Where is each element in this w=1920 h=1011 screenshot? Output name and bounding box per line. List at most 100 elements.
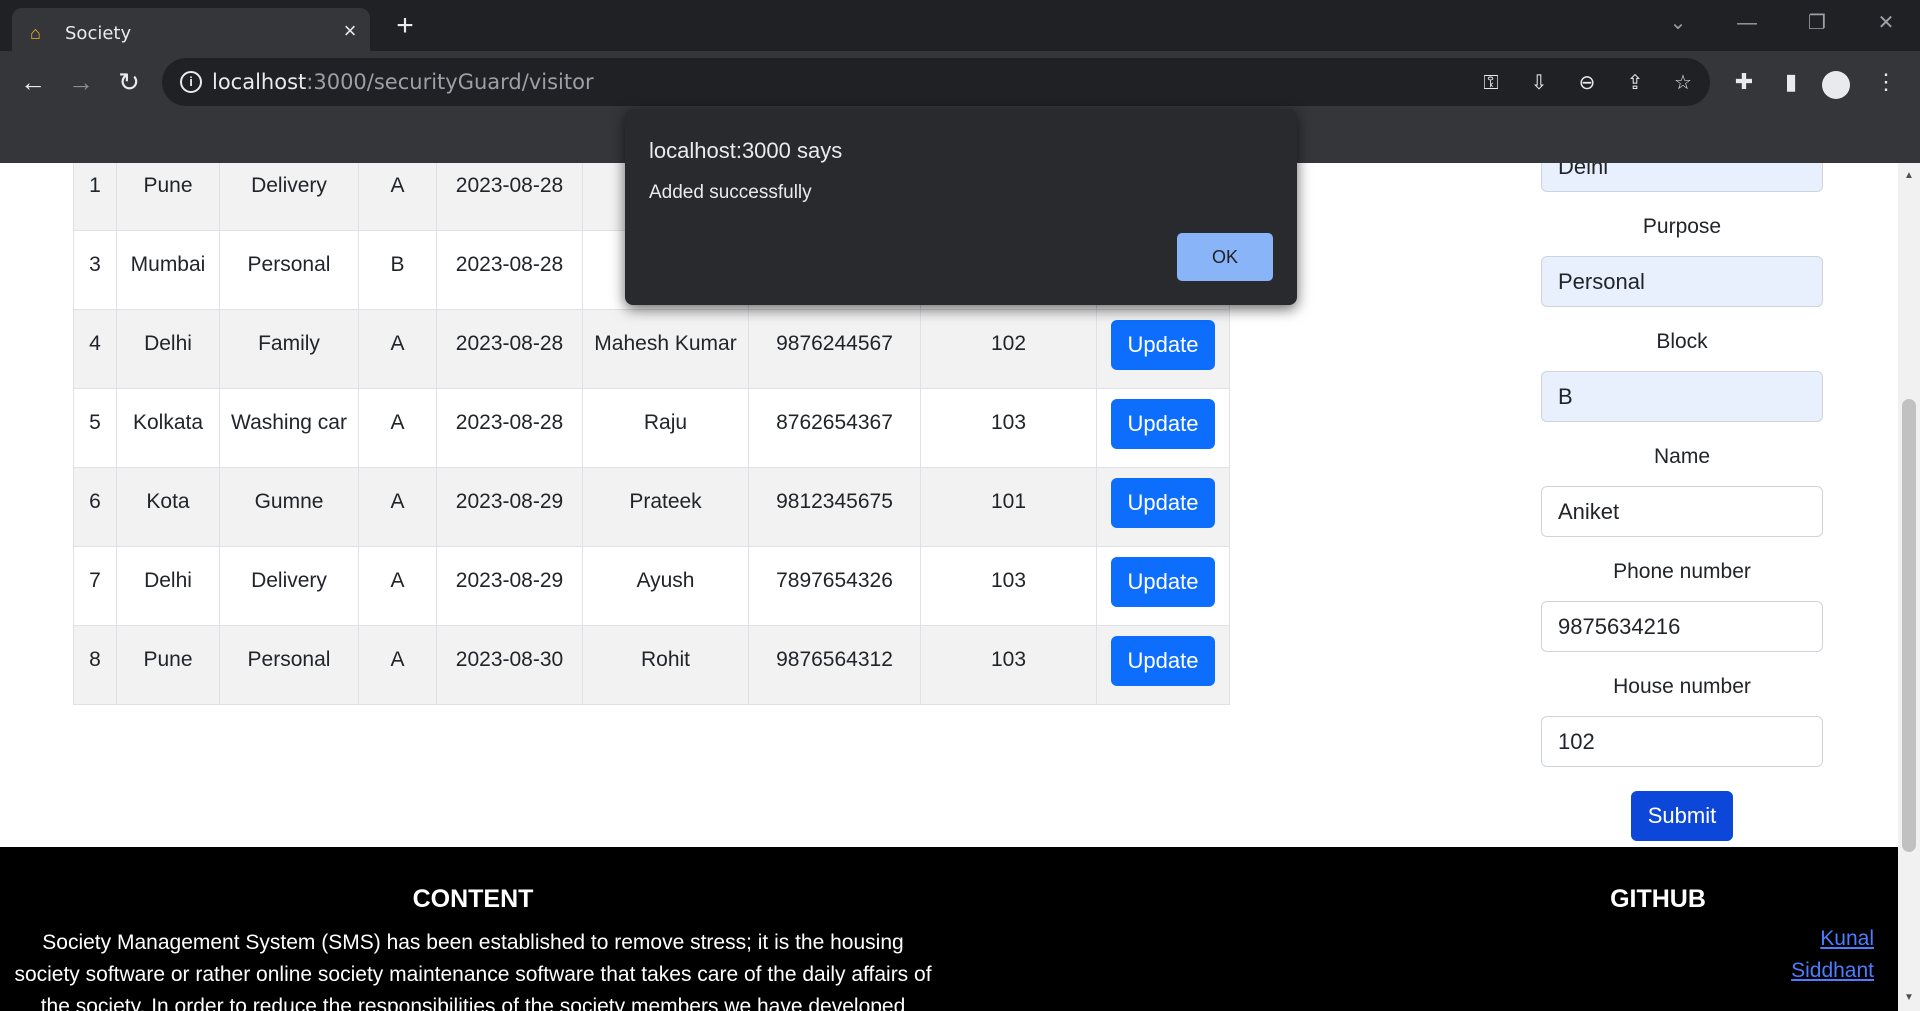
row-city: Kota — [116, 467, 220, 547]
row-phone: 9812345675 — [748, 467, 921, 547]
browser-toolbar: ← → ↻ i localhost:3000/securityGuard/vis… — [0, 51, 1920, 113]
scroll-thumb[interactable] — [1902, 399, 1916, 852]
install-icon[interactable]: ⇩ — [1526, 70, 1552, 96]
row-action: Update — [1096, 467, 1230, 547]
github-link-kunal[interactable]: Kunal — [1820, 927, 1874, 951]
menu-kebab-icon[interactable]: ⋮ — [1870, 66, 1902, 98]
row-action: Update — [1096, 388, 1230, 468]
row-city: Pune — [116, 625, 220, 705]
ok-button[interactable]: OK — [1177, 233, 1273, 281]
browser-tab[interactable]: ⌂ Society × — [12, 8, 370, 51]
share-icon[interactable]: ⇪ — [1622, 70, 1648, 96]
update-button[interactable]: Update — [1111, 320, 1215, 370]
purpose-label: Purpose — [1642, 215, 1722, 238]
zoom-out-icon[interactable]: ⊖ — [1574, 70, 1600, 96]
tab-close-icon[interactable]: × — [338, 19, 362, 43]
row-id: 4 — [73, 309, 117, 389]
row-phone: 8762654367 — [748, 388, 921, 468]
purpose-field[interactable]: Personal — [1541, 256, 1823, 307]
scroll-down-icon[interactable]: ▼ — [1902, 991, 1916, 1005]
row-house: 101 — [920, 467, 1097, 547]
row-purpose: Delivery — [219, 163, 359, 231]
update-button[interactable]: Update — [1111, 557, 1215, 607]
row-id: 6 — [73, 467, 117, 547]
row-purpose: Personal — [219, 230, 359, 310]
side-panel-icon[interactable]: ▮ — [1775, 66, 1807, 98]
row-house: 102 — [920, 309, 1097, 389]
house-label: House number — [1613, 675, 1751, 698]
forward-arrow-icon[interactable]: → — [65, 66, 97, 98]
row-city: Mumbai — [116, 230, 220, 310]
row-date: 2023-08-29 — [436, 467, 583, 547]
phone-label: Phone number — [1613, 560, 1751, 583]
site-info-icon[interactable]: i — [180, 71, 202, 93]
back-arrow-icon[interactable]: ← — [17, 66, 49, 98]
row-date: 2023-08-29 — [436, 546, 583, 626]
update-button[interactable]: Update — [1111, 478, 1215, 528]
row-date: 2023-08-28 — [436, 388, 583, 468]
row-city: Kolkata — [116, 388, 220, 468]
extensions-icon[interactable]: ✚ — [1728, 66, 1760, 98]
profile-avatar-icon[interactable] — [1822, 71, 1850, 99]
minimize-icon[interactable]: — — [1727, 8, 1767, 38]
tab-title: Society — [65, 23, 132, 44]
row-house: 103 — [920, 625, 1097, 705]
row-phone: 9876244567 — [748, 309, 921, 389]
row-date: 2023-08-28 — [436, 230, 583, 310]
row-purpose: Family — [219, 309, 359, 389]
phone-field[interactable]: 9875634216 — [1541, 601, 1823, 652]
row-block: A — [358, 309, 437, 389]
name-label: Name — [1653, 445, 1711, 468]
row-name: Prateek — [582, 467, 749, 547]
city-field[interactable]: Delhi — [1541, 163, 1823, 192]
house-field[interactable]: 102 — [1541, 716, 1823, 767]
row-id: 1 — [73, 163, 117, 231]
row-name: Mahesh Kumar — [582, 309, 749, 389]
row-city: Delhi — [116, 546, 220, 626]
close-window-icon[interactable]: ✕ — [1866, 8, 1906, 38]
row-date: 2023-08-30 — [436, 625, 583, 705]
page-scrollbar[interactable]: ▲ ▼ — [1898, 163, 1920, 1011]
row-id: 3 — [73, 230, 117, 310]
restore-icon[interactable]: ❐ — [1797, 8, 1837, 38]
row-block: A — [358, 467, 437, 547]
row-purpose: Personal — [219, 625, 359, 705]
row-date: 2023-08-28 — [436, 163, 583, 231]
row-block: A — [358, 163, 437, 231]
update-button[interactable]: Update — [1111, 636, 1215, 686]
browser-tab-strip: ⌂ Society × + ⌄ — ❐ ✕ — [0, 0, 1920, 51]
tab-search-icon[interactable]: ⌄ — [1658, 8, 1698, 38]
new-tab-icon[interactable]: + — [390, 11, 420, 42]
row-id: 8 — [73, 625, 117, 705]
table-row: 7 Delhi Delivery A 2023-08-29 Ayush 7897654326… — [73, 546, 1230, 626]
table-row: 5 Kolkata Washing car A 2023-08-28 Raju 876265… — [73, 388, 1230, 468]
bookmark-star-icon[interactable]: ☆ — [1670, 70, 1696, 96]
row-city: Delhi — [116, 309, 220, 389]
submit-button[interactable]: Submit — [1631, 791, 1733, 841]
block-field[interactable]: B — [1541, 371, 1823, 422]
dialog-title: localhost:3000 says — [649, 138, 843, 163]
scroll-up-icon[interactable]: ▲ — [1902, 169, 1916, 183]
table-row: 6 Kota Gumne A 2023-08-29 Prateek 9812345675 10… — [73, 467, 1230, 547]
github-link-siddhant[interactable]: Siddhant — [1791, 959, 1874, 983]
row-block: A — [358, 388, 437, 468]
address-bar[interactable]: i localhost:3000/securityGuard/visitor ⚿… — [162, 58, 1710, 106]
github-heading: GITHUB — [1610, 885, 1706, 913]
row-action: Update — [1096, 309, 1230, 389]
name-field[interactable]: Aniket — [1541, 486, 1823, 537]
row-phone: 9876564312 — [748, 625, 921, 705]
row-action: Update — [1096, 546, 1230, 626]
key-icon[interactable]: ⚿ — [1478, 70, 1504, 96]
table-row: 4 Delhi Family A 2023-08-28 Mahesh Kumar 98762… — [73, 309, 1230, 389]
alert-dialog: localhost:3000 says Added successfully O… — [625, 109, 1297, 305]
reload-icon[interactable]: ↻ — [113, 66, 145, 98]
row-name: Raju — [582, 388, 749, 468]
update-button[interactable]: Update — [1111, 399, 1215, 449]
row-date: 2023-08-28 — [436, 309, 583, 389]
row-id: 5 — [73, 388, 117, 468]
row-action: Update — [1096, 625, 1230, 705]
row-phone: 7897654326 — [748, 546, 921, 626]
row-name: Rohit — [582, 625, 749, 705]
house-favicon-icon: ⌂ — [30, 23, 41, 43]
url-text: localhost:3000/securityGuard/visitor — [212, 70, 594, 94]
